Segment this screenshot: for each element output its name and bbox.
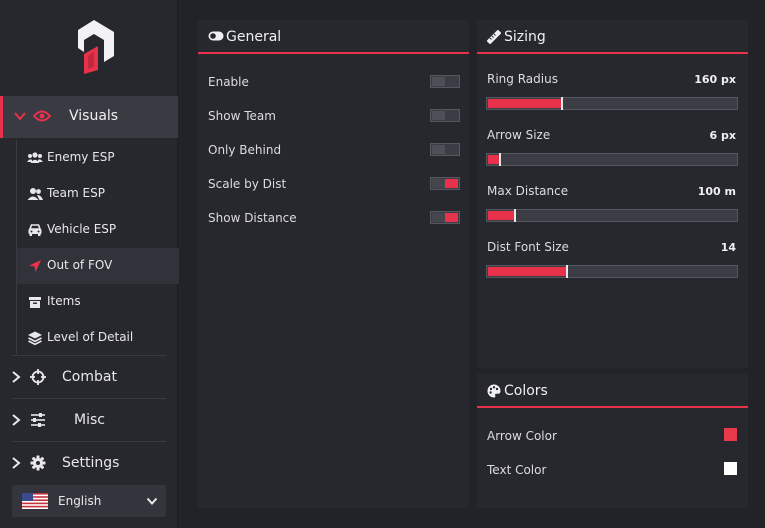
user-group-icon: [27, 188, 43, 200]
toggle-label: Show Team: [208, 109, 276, 123]
show-team-toggle[interactable]: [430, 109, 460, 122]
sidebar-item-label: Items: [47, 294, 81, 308]
slider-knob[interactable]: [566, 265, 568, 278]
colors-title: Colors: [504, 383, 548, 399]
slider-fill: [488, 211, 514, 220]
general-header: General: [198, 20, 469, 54]
sizing-title: Sizing: [504, 29, 546, 45]
sidebar-item-label: Team ESP: [47, 186, 105, 200]
sidebar-item-team-esp[interactable]: Team ESP: [17, 176, 179, 212]
crosshair-icon: [30, 369, 46, 385]
chevron-right-icon: [12, 457, 21, 469]
nav-settings[interactable]: Settings: [0, 442, 178, 484]
slider-label: Max Distance: [487, 184, 569, 198]
toggle-label: Scale by Dist: [208, 177, 287, 191]
chevron-right-icon: [12, 371, 21, 383]
slider-value: 14: [720, 241, 736, 254]
box-icon: [29, 297, 41, 308]
enable-toggle[interactable]: [430, 75, 460, 88]
nav-misc-label: Misc: [74, 412, 105, 428]
slider-fill: [488, 155, 499, 164]
sidebar-item-label: Vehicle ESP: [47, 222, 117, 236]
color-label: Arrow Color: [487, 429, 557, 443]
language-select[interactable]: English: [12, 485, 166, 517]
slider-label: Ring Radius: [487, 72, 558, 86]
toggle-label: Show Distance: [208, 211, 297, 225]
general-panel: General Enable Show Team Only Behind Sca…: [198, 20, 469, 508]
sidebar: Visuals Enemy ESP Team ESP Vehicle ESP O…: [0, 0, 179, 528]
nav-visuals[interactable]: Visuals: [0, 96, 178, 138]
scale-by-dist-toggle[interactable]: [430, 177, 460, 190]
slider-knob[interactable]: [514, 209, 516, 222]
slider-label: Dist Font Size: [487, 240, 569, 254]
text-color-swatch[interactable]: [724, 462, 737, 475]
slider-knob[interactable]: [499, 153, 501, 166]
toggle-icon: [208, 31, 224, 41]
sidebar-item-label: Out of FOV: [47, 258, 113, 272]
chevron-right-icon: [12, 414, 21, 426]
slider-knob[interactable]: [561, 97, 563, 110]
language-label: English: [58, 494, 102, 508]
arrow-color-swatch[interactable]: [724, 428, 737, 441]
gear-icon: [30, 455, 46, 471]
sidebar-item-vehicle-esp[interactable]: Vehicle ESP: [17, 212, 179, 248]
nav-combat-label: Combat: [62, 369, 117, 385]
sidebar-item-label: Level of Detail: [47, 330, 134, 344]
sidebar-item-label: Enemy ESP: [47, 150, 115, 164]
users-icon: [27, 152, 43, 163]
colors-panel: Colors Arrow Color Text Color: [477, 374, 748, 508]
chevron-down-icon: [14, 112, 26, 121]
nav-misc[interactable]: Misc: [0, 399, 178, 441]
chevron-down-icon: [146, 497, 158, 505]
palette-icon: [487, 384, 501, 398]
app-logo: [78, 20, 114, 74]
toggle-label: Only Behind: [208, 143, 282, 157]
car-icon: [28, 224, 42, 236]
color-label: Text Color: [487, 463, 547, 477]
sidebar-item-items[interactable]: Items: [17, 284, 179, 320]
general-title: General: [226, 29, 282, 45]
layers-icon: [28, 331, 42, 346]
sidebar-item-level-of-detail[interactable]: Level of Detail: [17, 320, 179, 356]
us-flag-icon: [22, 493, 48, 509]
eye-icon: [33, 110, 51, 122]
arrow-size-slider[interactable]: [486, 153, 738, 166]
location-arrow-icon: [29, 260, 41, 272]
slider-fill: [488, 267, 566, 276]
sliders-icon: [31, 413, 45, 427]
slider-value: 100 m: [697, 185, 736, 198]
only-behind-toggle[interactable]: [430, 143, 460, 156]
sidebar-item-enemy-esp[interactable]: Enemy ESP: [17, 140, 179, 176]
slider-value: 6 px: [709, 129, 736, 142]
dist-font-size-slider[interactable]: [486, 265, 738, 278]
nav-combat[interactable]: Combat: [0, 356, 178, 398]
sizing-panel: Sizing Ring Radius 160 px Arrow Size 6 p…: [477, 20, 748, 368]
toggle-label: Enable: [208, 75, 249, 89]
ruler-icon: [487, 30, 501, 44]
ring-radius-slider[interactable]: [486, 97, 738, 110]
sidebar-item-out-of-fov[interactable]: Out of FOV: [17, 248, 179, 284]
nav-settings-label: Settings: [62, 455, 120, 471]
nav-visuals-label: Visuals: [69, 108, 119, 124]
slider-label: Arrow Size: [487, 128, 551, 142]
colors-header: Colors: [477, 374, 748, 408]
visuals-submenu: Enemy ESP Team ESP Vehicle ESP Out of FO…: [16, 140, 179, 356]
max-distance-slider[interactable]: [486, 209, 738, 222]
slider-value: 160 px: [694, 73, 736, 86]
show-distance-toggle[interactable]: [430, 211, 460, 224]
slider-fill: [488, 99, 561, 108]
sizing-header: Sizing: [477, 20, 748, 54]
